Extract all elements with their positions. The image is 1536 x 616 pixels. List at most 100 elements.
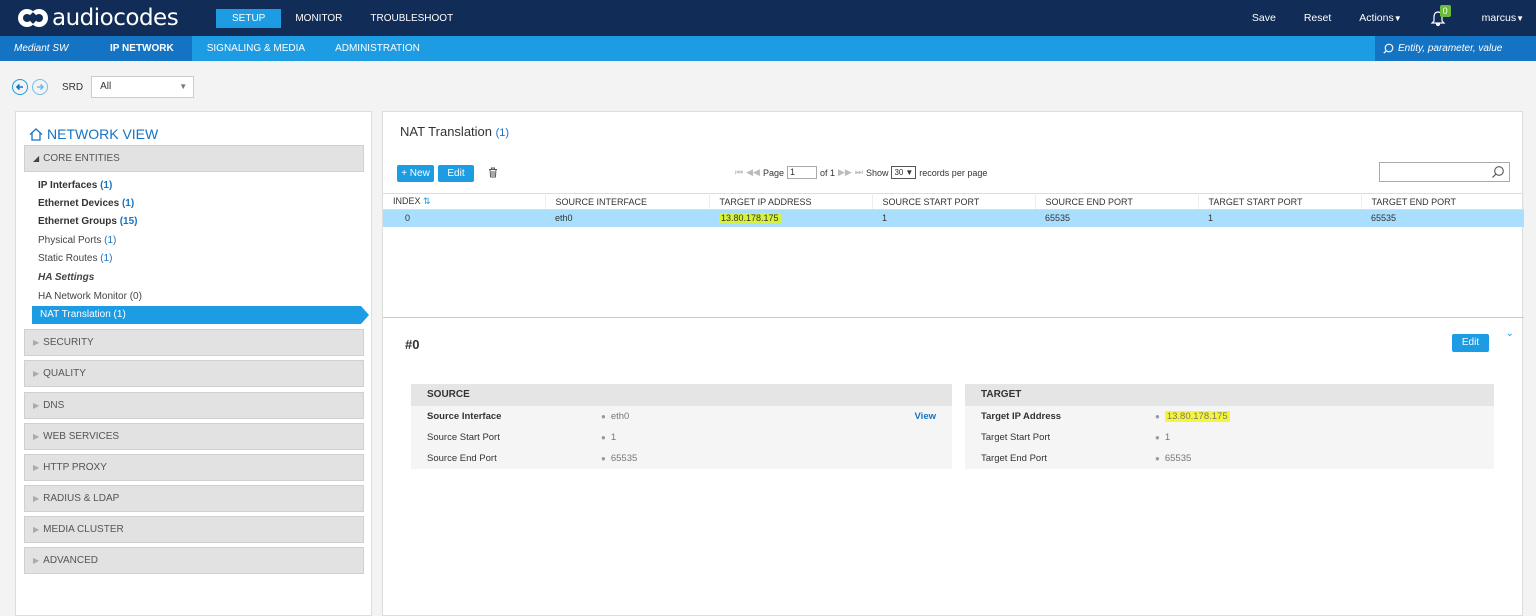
category-media-cluster[interactable]: ▶ MEDIA CLUSTER: [24, 516, 364, 543]
category-security[interactable]: ▶ SECURITY: [24, 329, 364, 356]
per-page-value: 30: [894, 168, 904, 177]
actions-menu[interactable]: Actions▼: [1359, 12, 1401, 24]
user-menu[interactable]: marcus▼: [1482, 12, 1524, 24]
category-radius-ldap[interactable]: ▶ RADIUS & LDAP: [24, 485, 364, 512]
nav-ethernet-devices[interactable]: Ethernet Devices (1): [38, 195, 134, 213]
detail-value: ● 1: [601, 427, 616, 448]
records-per-page-label: records per page: [919, 167, 988, 178]
page-title-count: (1): [495, 127, 510, 139]
column-header-source-interface[interactable]: SOURCE INTERFACE: [545, 193, 710, 210]
nat-translation-table: INDEX ⇅ SOURCE INTERFACE TARGET IP ADDRE…: [383, 193, 1524, 227]
nav-static-routes[interactable]: Static Routes (1): [38, 250, 113, 268]
detail-label: Source Start Port: [427, 432, 500, 443]
tab-ip-network[interactable]: IP NETWORK: [92, 36, 192, 61]
nav-label: Ethernet Groups: [38, 216, 117, 227]
panel-divider: [383, 317, 1524, 318]
nav-ha-settings[interactable]: HA Settings: [38, 269, 94, 287]
category-advanced[interactable]: ▶ ADVANCED: [24, 547, 364, 574]
page-input[interactable]: 1: [786, 166, 817, 179]
category-http-proxy[interactable]: ▶ HTTP PROXY: [24, 454, 364, 481]
category-web-services[interactable]: ▶ WEB SERVICES: [24, 423, 364, 450]
cell-source-interface: eth0: [545, 209, 709, 227]
page-title: NAT Translation (1): [400, 124, 509, 139]
column-header-target-end-port[interactable]: TARGET END PORT: [1361, 193, 1524, 210]
chevron-down-icon: ▼: [905, 168, 914, 177]
tab-signaling-media[interactable]: SIGNALING & MEDIA: [192, 36, 320, 61]
next-page-icon[interactable]: ▶▶: [838, 167, 852, 178]
category-dns[interactable]: ▶ DNS: [24, 392, 364, 419]
column-header-index[interactable]: INDEX ⇅: [383, 193, 546, 210]
category-label: DNS: [43, 400, 65, 411]
save-button[interactable]: Save: [1252, 12, 1276, 24]
cell-target-end-port: 65535: [1361, 209, 1524, 227]
nav-ip-interfaces[interactable]: IP Interfaces (1): [38, 177, 112, 195]
srd-select[interactable]: All ▼: [91, 76, 195, 98]
nav-count: (1): [121, 198, 135, 209]
tab-monitor[interactable]: MONITOR: [281, 9, 356, 28]
detail-row: Source Interface ● eth0 View: [411, 406, 952, 427]
top-right-actions: Save Reset Actions▼ 0 marcus▼: [1252, 0, 1536, 36]
new-button[interactable]: + New: [397, 165, 434, 182]
collapse-chevron-icon[interactable]: ⌄: [1506, 328, 1514, 339]
global-search-input[interactable]: Entity, parameter, value: [1375, 36, 1536, 61]
column-header-source-start-port[interactable]: SOURCE START PORT: [872, 193, 1036, 210]
product-name: Mediant SW: [0, 36, 92, 61]
nav-label: HA Settings: [38, 272, 95, 283]
page-of-label: of 1: [819, 167, 835, 178]
sub-bar: Mediant SW IP NETWORK SIGNALING & MEDIA …: [0, 36, 1536, 61]
category-quality[interactable]: ▶ QUALITY: [24, 360, 364, 387]
reset-button[interactable]: Reset: [1304, 12, 1331, 24]
bullet-icon: ●: [1155, 412, 1160, 421]
trash-icon: [489, 167, 497, 178]
table-row[interactable]: 0 eth0 13.80.178.175 1 65535 1 65535: [383, 209, 1524, 227]
nav-ethernet-groups[interactable]: Ethernet Groups (15): [38, 213, 137, 231]
detail-value: ● 13.80.178.175: [1155, 406, 1230, 427]
nav-ha-network-monitor[interactable]: HA Network Monitor (0): [38, 288, 142, 306]
network-view-title[interactable]: NETWORK VIEW: [29, 126, 158, 142]
detail-title: #0: [405, 337, 420, 352]
user-name: marcus: [1481, 12, 1517, 24]
tab-troubleshoot[interactable]: TROUBLESHOOT: [356, 9, 467, 28]
view-link[interactable]: View: [915, 406, 936, 427]
actions-label: Actions: [1359, 12, 1394, 24]
pager: ⏮ ◀◀ Page 1 of 1 ▶▶ ⏭ Show 30 ▼ records p…: [735, 166, 987, 179]
table-search-input[interactable]: [1379, 162, 1510, 182]
nav-label: NAT Translation (1): [40, 309, 126, 320]
delete-button[interactable]: [488, 167, 498, 181]
nav-physical-ports[interactable]: Physical Ports (1): [38, 232, 116, 250]
tab-setup[interactable]: SETUP: [216, 9, 282, 28]
last-page-icon[interactable]: ⏭: [855, 167, 863, 178]
detail-value-text: 65535: [610, 453, 638, 464]
per-page-select[interactable]: 30 ▼: [891, 166, 917, 179]
detail-row: Target IP Address ● 13.80.178.175: [965, 406, 1494, 427]
notifications-button[interactable]: 0: [1430, 5, 1451, 27]
column-header-target-ip[interactable]: TARGET IP ADDRESS: [709, 193, 873, 210]
column-header-target-start-port[interactable]: TARGET START PORT: [1198, 193, 1362, 210]
first-page-icon[interactable]: ⏮: [735, 167, 743, 178]
bullet-icon: ●: [1155, 454, 1160, 463]
forward-button[interactable]: [32, 79, 48, 95]
nav-nat-translation[interactable]: NAT Translation (1): [32, 306, 369, 324]
target-heading: TARGET: [965, 384, 1494, 406]
detail-value: ● 65535: [601, 448, 637, 469]
detail-label: Target End Port: [981, 453, 1048, 464]
column-header-source-end-port[interactable]: SOURCE END PORT: [1035, 193, 1199, 210]
detail-label: Source End Port: [427, 453, 497, 464]
detail-row: Source Start Port ● 1: [411, 427, 952, 448]
detail-value-text: eth0: [610, 411, 630, 422]
detail-value: ● eth0: [601, 406, 629, 427]
category-label: WEB SERVICES: [43, 431, 120, 442]
detail-edit-button[interactable]: Edit: [1452, 334, 1489, 352]
prev-page-icon[interactable]: ◀◀: [746, 167, 760, 178]
category-label: MEDIA CLUSTER: [43, 524, 124, 535]
cell-source-start-port: 1: [872, 209, 1035, 227]
tab-administration[interactable]: ADMINISTRATION: [320, 36, 435, 61]
back-button[interactable]: [12, 79, 28, 95]
category-core-entities[interactable]: ◢ CORE ENTITIES: [24, 145, 364, 172]
detail-value-text: 1: [1164, 432, 1171, 443]
detail-label: Source Interface: [427, 411, 502, 422]
notification-count-badge: 0: [1439, 5, 1451, 17]
detail-value: ● 65535: [1155, 448, 1191, 469]
edit-button[interactable]: Edit: [438, 165, 474, 182]
audiocodes-logo[interactable]: audiocodes: [18, 5, 179, 31]
